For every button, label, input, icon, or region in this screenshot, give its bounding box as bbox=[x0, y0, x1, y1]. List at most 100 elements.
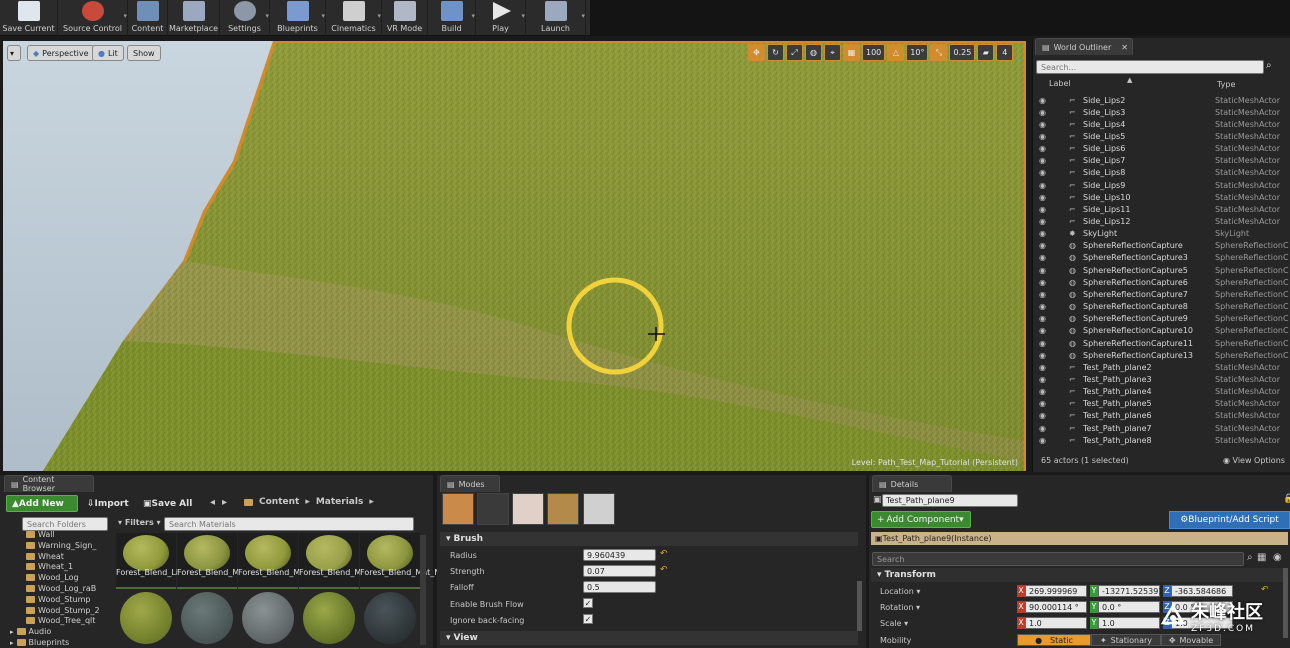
outliner-row[interactable]: ◉ ◍ SphereReflectionCapture11 SphereReflect… bbox=[1035, 337, 1289, 349]
outliner-row[interactable]: ◉ ◍ SphereReflectionCapture10 SphereReflect… bbox=[1035, 325, 1289, 337]
world-outliner-tab[interactable]: ▤ World Outliner ✕ bbox=[1035, 38, 1133, 55]
content-button[interactable]: Content bbox=[128, 0, 168, 36]
mobility-static-button[interactable]: ● Static bbox=[1017, 634, 1091, 646]
outliner-row[interactable]: ◉ ⌐ Test_Path_plane7 StaticMeshActor bbox=[1035, 422, 1289, 434]
property-matrix-icon[interactable]: ▦ bbox=[1257, 552, 1266, 563]
rotation-y-field[interactable]: 0.0 ° bbox=[1098, 601, 1160, 613]
add-new-button[interactable]: ▲ Add New bbox=[6, 495, 78, 512]
asset-tile[interactable]: Forest_Blend_Mat_NoDisp bbox=[360, 533, 463, 589]
folder-tree-item[interactable]: Wood_Stump bbox=[26, 595, 90, 604]
coordinate-space-icon[interactable]: ◍ bbox=[805, 44, 822, 61]
outliner-row[interactable]: ◉ ⌐ Test_Path_plane3 StaticMeshActor bbox=[1035, 373, 1289, 385]
save-all-button[interactable]: ▣ Save All bbox=[140, 495, 195, 512]
eye-icon[interactable]: ◉ bbox=[1273, 552, 1282, 563]
material-thumbnail[interactable] bbox=[242, 592, 294, 644]
scale-y-field[interactable]: 1.0 bbox=[1098, 617, 1160, 629]
visibility-eye-icon[interactable]: ◉ bbox=[1039, 205, 1051, 214]
ignore-back-facing-checkbox[interactable]: ✓ bbox=[583, 614, 593, 624]
outliner-row[interactable]: ◉ ◍ SphereReflectionCapture8 SphereReflecti… bbox=[1035, 301, 1289, 313]
grid-snap-value[interactable]: 100 bbox=[862, 44, 886, 61]
asset-scrollbar[interactable] bbox=[420, 535, 426, 645]
forward-arrow-icon[interactable]: ▸ bbox=[222, 497, 227, 508]
folder-tree-item[interactable]: ▸ Blueprints bbox=[10, 638, 69, 647]
strength-field[interactable]: 0.07 bbox=[583, 565, 656, 577]
marketplace-button[interactable]: Marketplace bbox=[168, 0, 220, 36]
lock-icon[interactable]: 🔒 bbox=[1283, 494, 1290, 504]
visibility-eye-icon[interactable]: ◉ bbox=[1039, 290, 1051, 299]
scale-label[interactable]: Scale ▾ bbox=[880, 619, 908, 628]
settings-button[interactable]: Settings ▾ bbox=[220, 0, 270, 36]
visibility-eye-icon[interactable]: ◉ bbox=[1039, 351, 1051, 360]
foliage-mode-icon[interactable] bbox=[547, 493, 579, 525]
reset-strength-icon[interactable]: ↶ bbox=[660, 565, 668, 575]
visibility-eye-icon[interactable]: ◉ bbox=[1039, 253, 1051, 262]
visibility-eye-icon[interactable]: ◉ bbox=[1039, 241, 1051, 250]
filters-button[interactable]: ▾ Filters ▾ bbox=[118, 518, 161, 527]
visibility-eye-icon[interactable]: ◉ bbox=[1039, 302, 1051, 311]
visibility-eye-icon[interactable]: ◉ bbox=[1039, 387, 1051, 396]
modes-tab[interactable]: ▤ Modes bbox=[440, 475, 500, 492]
transform-section-header[interactable]: ▾ Transform bbox=[871, 568, 1288, 582]
folder-tree-item[interactable]: Wheat_1 bbox=[26, 562, 73, 571]
brush-section-header[interactable]: ▾ Brush bbox=[440, 532, 858, 546]
visibility-eye-icon[interactable]: ◉ bbox=[1039, 375, 1051, 384]
visibility-eye-icon[interactable]: ◉ bbox=[1039, 144, 1051, 153]
view-options-button[interactable]: ◉ View Options bbox=[1223, 456, 1285, 465]
add-component-button[interactable]: + Add Component ▾ bbox=[871, 511, 971, 528]
location-label[interactable]: Location ▾ bbox=[880, 587, 920, 596]
outliner-column-type[interactable]: Type bbox=[1217, 80, 1235, 89]
asset-tile[interactable]: Forest_Blend_Mat_Inst1 bbox=[299, 533, 393, 589]
scale-snap-value[interactable]: 0.25 bbox=[949, 44, 976, 61]
outliner-row[interactable]: ◉ ⌐ Test_Path_plane2 StaticMeshActor bbox=[1035, 361, 1289, 373]
vr-mode-button[interactable]: VR Mode bbox=[382, 0, 428, 36]
import-button[interactable]: ⇩ Import bbox=[84, 495, 132, 512]
viewport-options-button[interactable]: ▾ bbox=[7, 45, 21, 61]
camera-speed-icon[interactable]: ▰ bbox=[977, 44, 995, 61]
outliner-row[interactable]: ◉ ◍ SphereReflectionCapture5 SphereReflecti… bbox=[1035, 264, 1289, 276]
folder-tree-item[interactable]: Wheat bbox=[26, 552, 64, 561]
visibility-eye-icon[interactable]: ◉ bbox=[1039, 363, 1051, 372]
outliner-row[interactable]: ◉ ⌐ Side_Lips11 StaticMeshActor bbox=[1035, 203, 1289, 215]
scale-x-field[interactable]: 1.0 bbox=[1025, 617, 1087, 629]
cinematics-button[interactable]: Cinematics ▾ bbox=[326, 0, 382, 36]
visibility-eye-icon[interactable]: ◉ bbox=[1039, 266, 1051, 275]
outliner-row[interactable]: ◉ ⌐ Side_Lips10 StaticMeshActor bbox=[1035, 191, 1289, 203]
rotation-x-field[interactable]: 90.000114 ° bbox=[1025, 601, 1087, 613]
asset-tile[interactable]: Forest_Blend_Mat bbox=[177, 533, 247, 589]
folder-tree-item[interactable]: Warning_Sign_ bbox=[26, 541, 96, 550]
asset-tile[interactable]: Forest_Blend_Lips bbox=[116, 533, 187, 589]
rotation-label[interactable]: Rotation ▾ bbox=[880, 603, 920, 612]
visibility-eye-icon[interactable]: ◉ bbox=[1039, 399, 1051, 408]
outliner-row[interactable]: ◉ ⌐ Side_Lips12 StaticMeshActor bbox=[1035, 216, 1289, 228]
outliner-row[interactable]: ◉ ⌐ Side_Lips8 StaticMeshActor bbox=[1035, 167, 1289, 179]
mobility-movable-button[interactable]: ✥ Movable bbox=[1161, 634, 1221, 646]
level-viewport[interactable]: ▾ ◆ Perspective ● Lit Show ✥ ↻ ⤢ ◍ ⌖ ▦ 100… bbox=[3, 41, 1026, 471]
outliner-row[interactable]: ◉ ⌐ Test_Path_plane6 StaticMeshActor bbox=[1035, 410, 1289, 422]
outliner-row[interactable]: ◉ ◍ SphereReflectionCapture13 SphereReflect… bbox=[1035, 349, 1289, 361]
visibility-eye-icon[interactable]: ◉ bbox=[1039, 424, 1051, 433]
outliner-row[interactable]: ◉ ⌐ Side_Lips7 StaticMeshActor bbox=[1035, 155, 1289, 167]
enable-brush-flow-checkbox[interactable]: ✓ bbox=[583, 598, 593, 608]
material-thumbnail[interactable] bbox=[181, 592, 233, 644]
grid-snap-icon[interactable]: ▦ bbox=[843, 44, 860, 61]
outliner-row[interactable]: ◉ ⌐ Side_Lips3 StaticMeshActor bbox=[1035, 106, 1289, 118]
details-scrollbar[interactable] bbox=[1283, 568, 1288, 638]
actor-name-field[interactable]: Test_Path_plane9 bbox=[882, 494, 1018, 507]
landscape-mode-icon[interactable] bbox=[512, 493, 544, 525]
outliner-row[interactable]: ◉ ✸ SkyLight SkyLight bbox=[1035, 228, 1289, 240]
outliner-row[interactable]: ◉ ⌐ Test_Path_plane8 StaticMeshActor bbox=[1035, 434, 1289, 446]
outliner-row[interactable]: ◉ ⌐ Side_Lips9 StaticMeshActor bbox=[1035, 179, 1289, 191]
outliner-row[interactable]: ◉ ◍ SphereReflectionCapture SphereReflectio… bbox=[1035, 240, 1289, 252]
rotation-snap-icon[interactable]: △ bbox=[887, 44, 905, 61]
visibility-eye-icon[interactable]: ◉ bbox=[1039, 132, 1051, 141]
outliner-row[interactable]: ◉ ⌐ Test_Path_plane5 StaticMeshActor bbox=[1035, 398, 1289, 410]
material-thumbnail[interactable] bbox=[364, 592, 416, 644]
outliner-column-label[interactable]: Label bbox=[1049, 79, 1071, 88]
reset-radius-icon[interactable]: ↶ bbox=[660, 549, 668, 559]
visibility-eye-icon[interactable]: ◉ bbox=[1039, 411, 1051, 420]
search-materials-input[interactable]: Search Materials bbox=[164, 517, 414, 531]
visibility-eye-icon[interactable]: ◉ bbox=[1039, 436, 1051, 445]
outliner-row[interactable]: ◉ ⌐ Side_Lips2 StaticMeshActor bbox=[1035, 94, 1289, 106]
outliner-search-input[interactable]: Search... bbox=[1036, 60, 1264, 74]
paint-mode-icon[interactable] bbox=[477, 493, 509, 525]
